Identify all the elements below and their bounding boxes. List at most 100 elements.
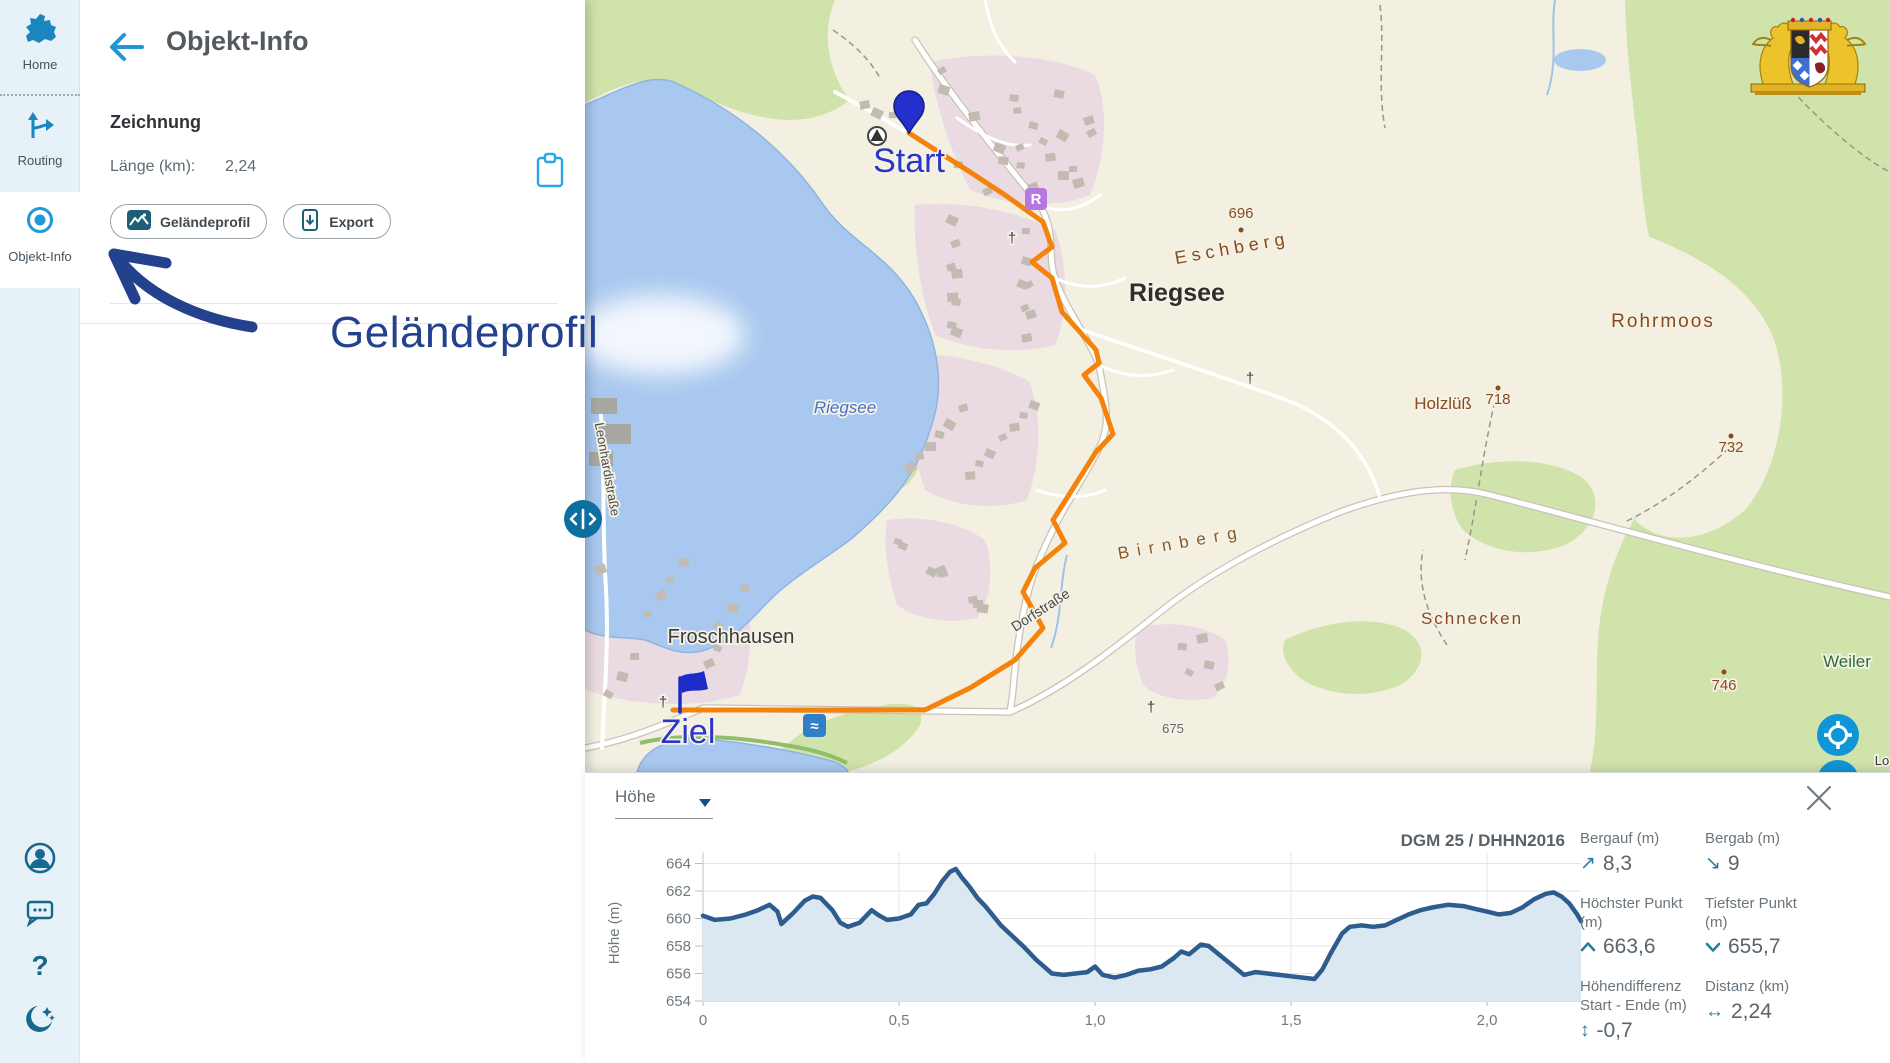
selected-option: Höhe [615,787,656,806]
svg-text:660: 660 [666,911,691,928]
bavaria-icon [22,35,58,52]
profile-type-select[interactable]: Höhe [615,787,713,819]
map-viewport[interactable]: ≈ StartZielRiegseeRiegseeFroschhausenEsc… [585,0,1890,772]
page-title: Objekt-Info [166,26,309,57]
map-label: Ziel [661,713,716,751]
svg-text:2,0: 2,0 [1477,1012,1498,1029]
panel-resize-handle[interactable] [564,500,602,538]
account-icon[interactable] [20,839,60,879]
svg-text:0,5: 0,5 [889,1012,910,1029]
target-icon [22,227,58,244]
stat-label: Bergauf (m) [1580,830,1692,849]
map-label: † [1147,699,1155,716]
svg-text:656: 656 [666,966,691,983]
map-label: Froschhausen [668,626,795,648]
svg-text:654: 654 [666,993,691,1010]
svg-text:662: 662 [666,883,691,900]
sidebar-item-label: Objekt-Info [0,249,80,264]
close-icon[interactable] [1805,784,1833,812]
map-label: † [1246,370,1254,387]
stat-value: 655,7 [1728,935,1781,959]
elevation-source-label: DGM 25 / DHHN2016 [1365,831,1565,851]
stat-bergauf-m-: Bergauf (m) ↗ 8,3 [1580,830,1705,876]
action-buttons: Geländeprofil Export [110,204,391,239]
svg-text:Höhe (m): Höhe (m) [606,902,623,965]
map-label: Weiler [1823,652,1871,671]
section-title: Zeichnung [110,112,201,133]
clipboard-icon[interactable] [535,152,565,188]
map-label: Start [873,142,945,180]
export-icon [300,209,320,234]
map-label: Riegsee [814,398,876,417]
terrain-profile-icon [127,210,151,233]
chevron-up-icon [1580,941,1596,953]
annotation-glow [575,295,745,375]
stat-label: Höhendifferenz Start - Ende (m) [1580,978,1692,1016]
feedback-icon[interactable] [20,893,60,933]
sidebar-item-routing[interactable]: Routing [0,96,80,192]
divider [110,303,558,304]
map-label: Lo [1875,753,1889,768]
locate-button[interactable] [1817,714,1859,756]
stat-value: 9 [1728,852,1740,876]
stat-value: 663,6 [1603,935,1656,959]
elevation-stats: Bergauf (m) ↗ 8,3 Bergab (m) ↘ 9 Höchster Punk… [1580,830,1835,1062]
sidebar-bottom: ? [0,825,80,1055]
map-label: R [1031,191,1042,208]
svg-text:658: 658 [666,938,691,955]
map-label: Riegsee [1129,279,1225,307]
stat-value: 8,3 [1603,852,1632,876]
stat-label: Höchster Punkt (m) [1580,895,1692,933]
map-label: 732 [1718,439,1743,456]
sidebar: Home Routing Objekt-Info [0,0,80,1063]
export-button[interactable]: Export [283,204,390,239]
chevron-down-icon [699,799,711,807]
stat-h-hendifferenz-start-ende-m-: Höhendifferenz Start - Ende (m) ↕ -0,7 [1580,978,1705,1043]
sidebar-item-label: Home [0,57,80,72]
stat-label: Tiefster Punkt (m) [1705,895,1817,933]
svg-text:0: 0 [699,1012,707,1029]
length-value: 2,24 [225,158,256,176]
elevation-profile-panel: Höhe DGM 25 / DHHN2016 654 656 658 660 662 66… [585,772,1890,1063]
back-arrow-icon[interactable] [106,30,146,64]
swimming-icon: ≈ [803,714,826,737]
terrain-profile-button[interactable]: Geländeprofil [110,204,267,239]
divider [80,323,585,324]
arrow-down-right-icon: ↘ [1705,852,1721,875]
stat-tiefster-punkt-m-: Tiefster Punkt (m)655,7 [1705,895,1835,960]
stat-label: Distanz (km) [1705,978,1817,997]
map-label: 718 [1485,391,1510,408]
route-branch-icon [22,131,58,148]
stat-h-chster-punkt-m-: Höchster Punkt (m)663,6 [1580,895,1705,960]
arrow-left-right-icon: ↔ [1705,1001,1724,1023]
button-label: Export [329,214,373,230]
sidebar-item-objekt-info[interactable]: Objekt-Info [0,192,80,288]
night-mode-icon[interactable] [20,1001,60,1041]
length-label: Länge (km): [110,158,195,176]
svg-text:1,5: 1,5 [1281,1012,1302,1029]
panel-header: Objekt-Info [80,0,585,86]
map-label: 746 [1711,677,1736,694]
stat-label: Bergab (m) [1705,830,1817,849]
help-icon[interactable]: ? [20,947,60,987]
svg-text:1,0: 1,0 [1085,1012,1106,1029]
map-label: Rohrmoos [1611,311,1715,332]
arrow-up-right-icon: ↗ [1580,852,1596,875]
sidebar-item-home[interactable]: Home [0,0,80,96]
stat-distanz-km-: Distanz (km) ↔ 2,24 [1705,978,1835,1043]
stat-value: -0,7 [1597,1019,1633,1043]
app-window: Home Routing Objekt-Info [0,0,1890,1063]
chevron-down-icon [1705,941,1721,953]
map-label: Holzlüß [1414,394,1472,413]
map-label: Schnecken [1421,609,1523,628]
svg-text:?: ? [31,950,48,981]
map-label: † [1008,230,1016,247]
svg-text:≈: ≈ [810,718,818,735]
arrow-up-down-icon: ↕ [1580,1020,1590,1042]
sidebar-item-label: Routing [0,153,80,168]
stat-value: 2,24 [1731,1000,1772,1024]
button-label: Geländeprofil [160,214,250,230]
map-label: 675 [1162,721,1184,736]
map-label: 696 [1228,205,1253,222]
stat-bergab-m-: Bergab (m) ↘ 9 [1705,830,1835,876]
